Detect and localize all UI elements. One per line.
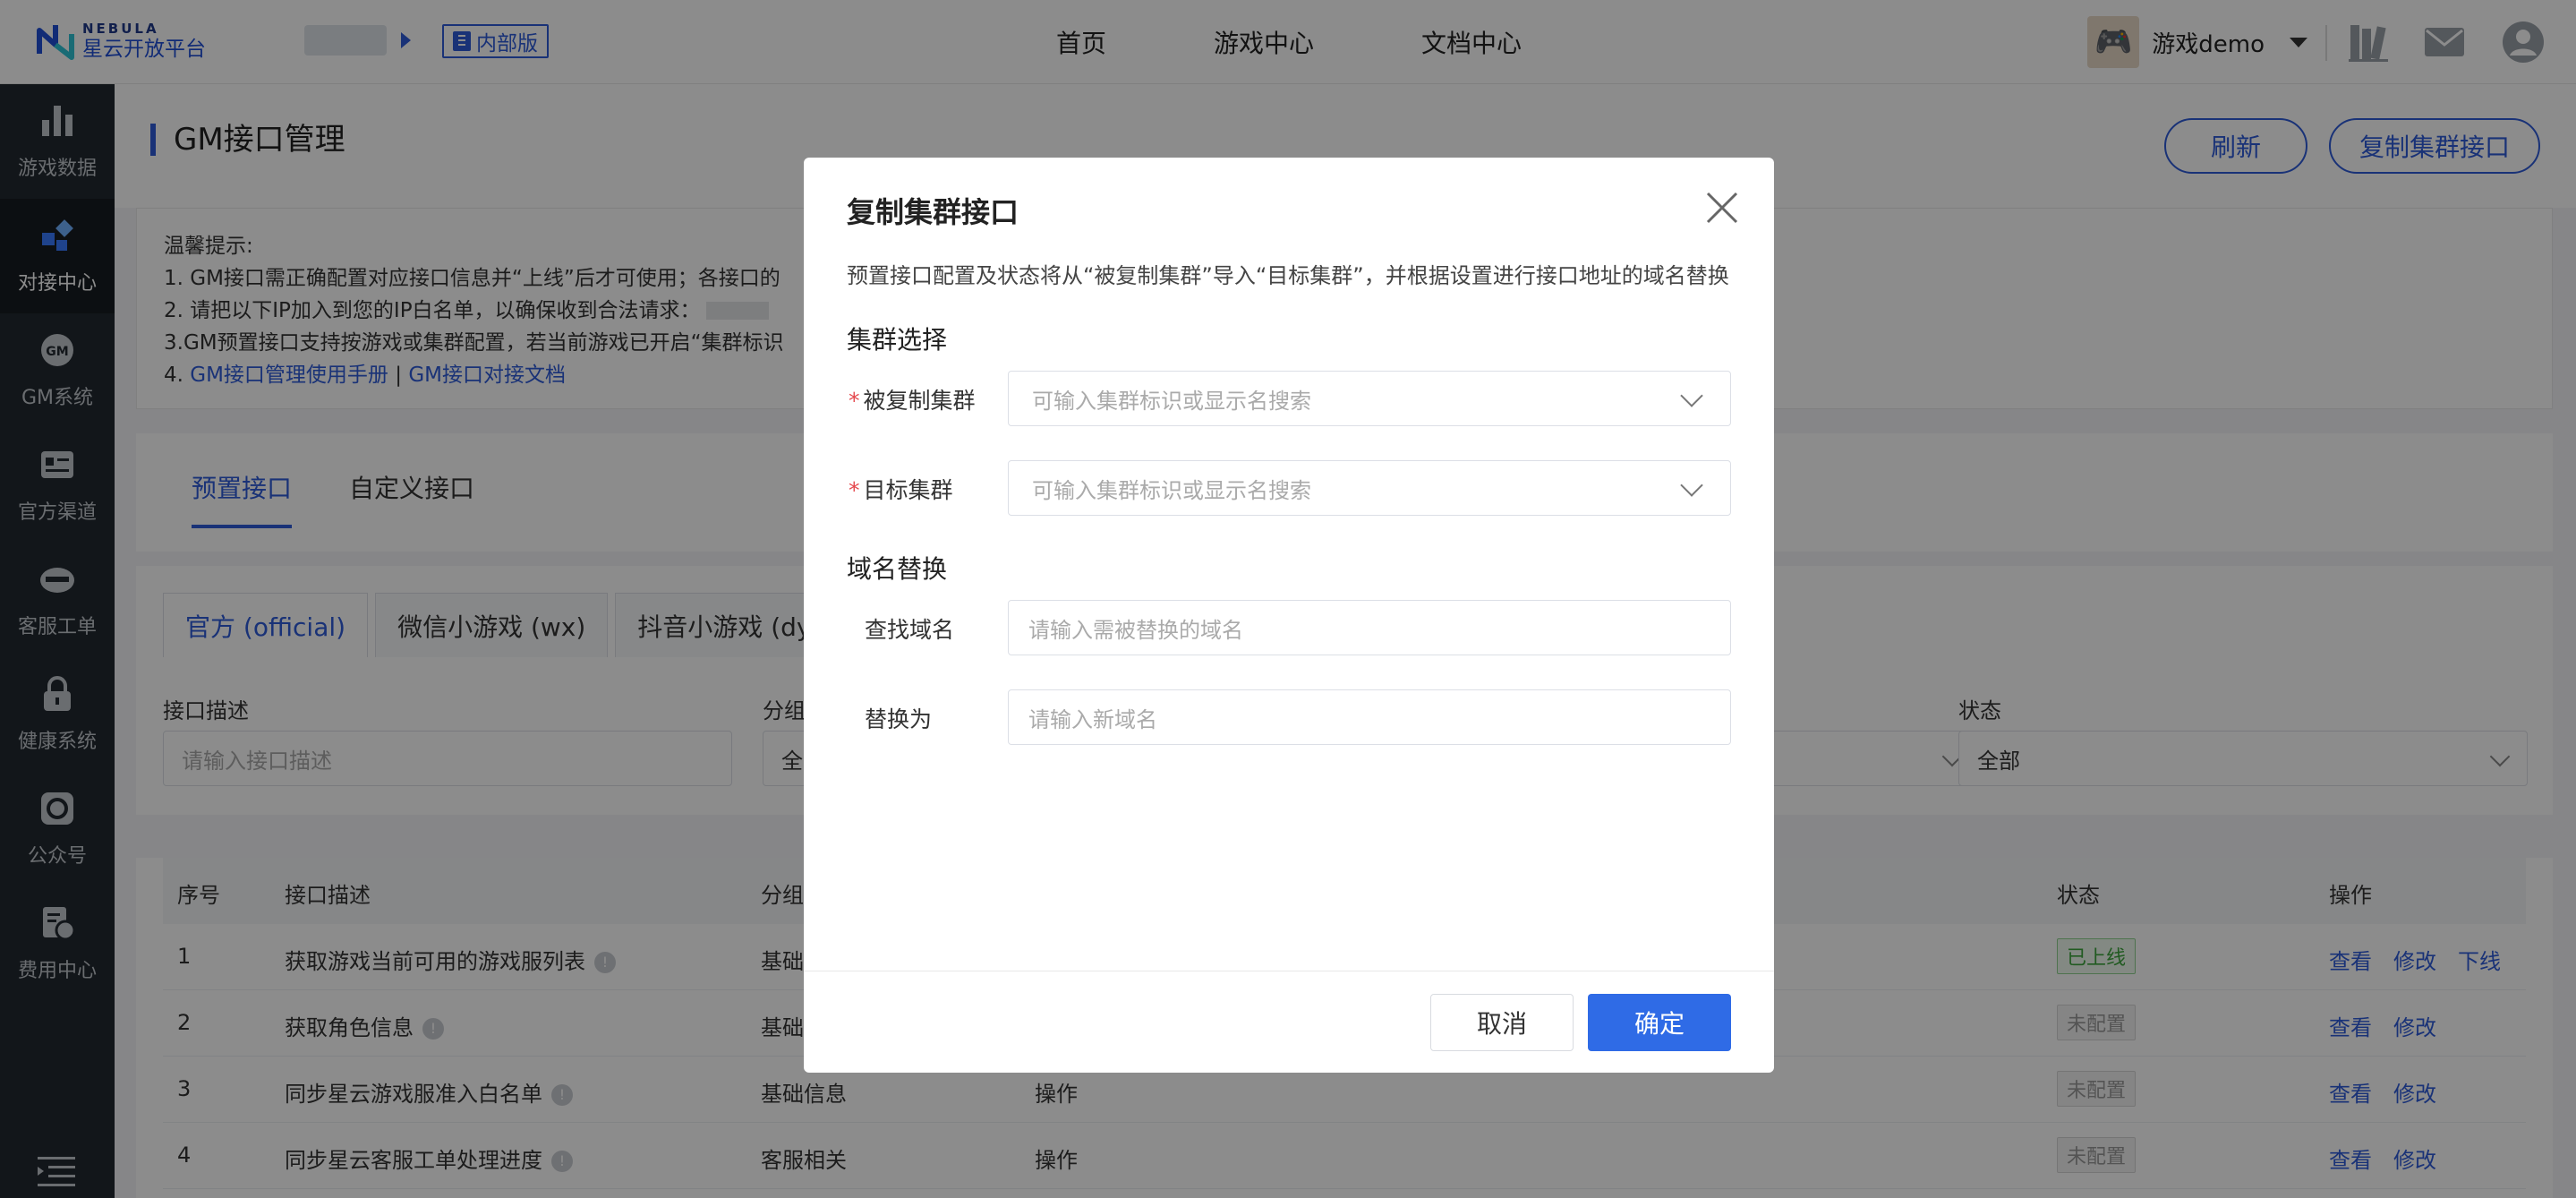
section-domain-replace: 域名替换 xyxy=(847,554,948,584)
source-cluster-label-text: 被复制集群 xyxy=(863,388,976,414)
dialog-description: 预置接口配置及状态将从“被复制集群”导入“目标集群”，并根据设置进行接口地址的域… xyxy=(847,263,1729,288)
copy-cluster-dialog: 复制集群接口 预置接口配置及状态将从“被复制集群”导入“目标集群”，并根据设置进… xyxy=(804,158,1774,1073)
target-cluster-label: * 目标集群 xyxy=(849,473,953,505)
chevron-down-icon xyxy=(1680,384,1703,407)
confirm-button[interactable]: 确定 xyxy=(1588,994,1731,1051)
find-domain-input[interactable]: 请输入需被替换的域名 xyxy=(1008,600,1731,655)
replace-domain-label: 替换为 xyxy=(865,706,933,732)
source-cluster-label: * 被复制集群 xyxy=(849,383,976,415)
target-cluster-select[interactable]: 可输入集群标识或显示名搜索 xyxy=(1008,460,1731,516)
section-cluster-select: 集群选择 xyxy=(847,325,948,355)
close-icon[interactable] xyxy=(1704,190,1740,226)
find-domain-label: 查找域名 xyxy=(865,617,955,643)
replace-domain-input[interactable]: 请输入新域名 xyxy=(1008,689,1731,745)
target-cluster-label-text: 目标集群 xyxy=(863,477,953,503)
chevron-down-icon xyxy=(1680,474,1703,497)
target-cluster-placeholder: 可输入集群标识或显示名搜索 xyxy=(1032,477,1311,503)
source-cluster-placeholder: 可输入集群标识或显示名搜索 xyxy=(1032,388,1311,414)
cancel-button[interactable]: 取消 xyxy=(1430,994,1574,1051)
dialog-title: 复制集群接口 xyxy=(847,195,1019,229)
source-cluster-select[interactable]: 可输入集群标识或显示名搜索 xyxy=(1008,371,1731,426)
required-mark: * xyxy=(849,388,860,414)
required-mark: * xyxy=(849,477,860,503)
